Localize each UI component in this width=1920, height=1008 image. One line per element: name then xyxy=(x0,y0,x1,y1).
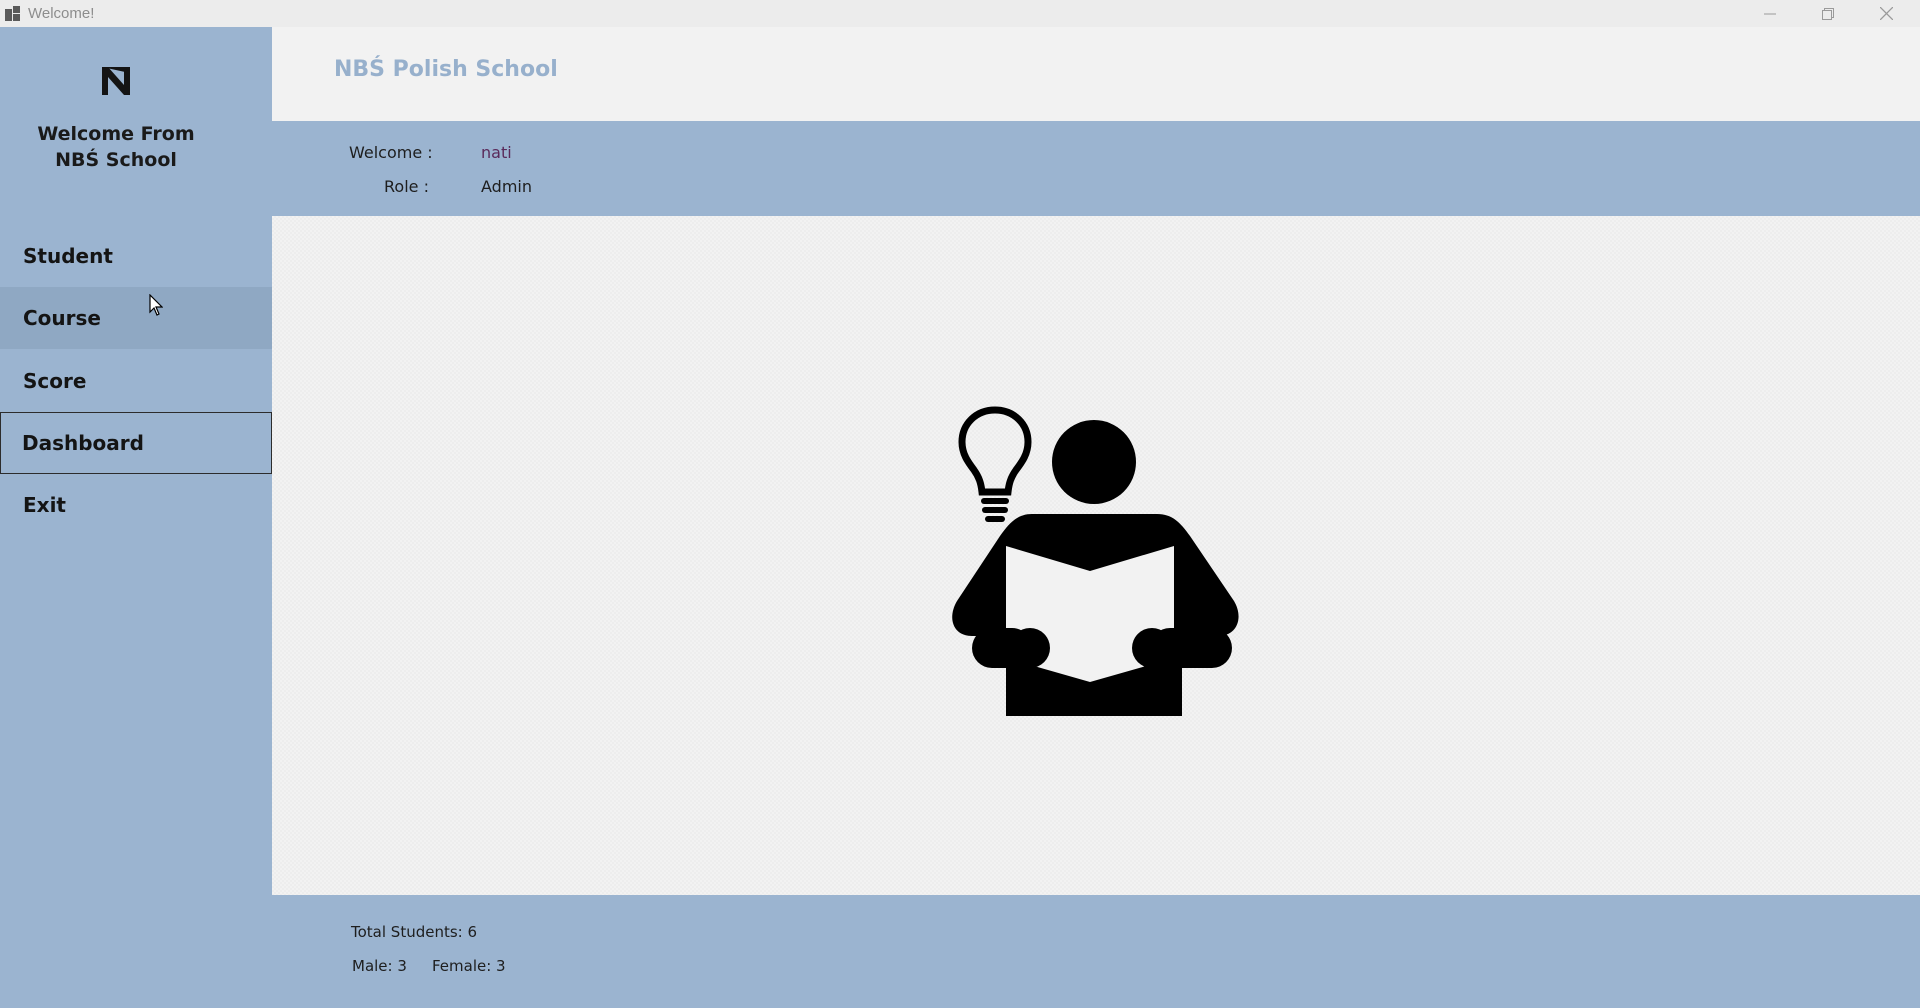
sidebar-item-label: Dashboard xyxy=(22,431,144,455)
welcome-line-2: NBŚ School xyxy=(55,149,177,171)
sidebar-item-dashboard[interactable]: Dashboard xyxy=(0,412,272,474)
female-count-stat: Female: 3 xyxy=(432,957,506,975)
male-count-stat: Male: 3 xyxy=(352,957,407,975)
close-button[interactable] xyxy=(1857,0,1915,27)
sidebar-item-exit[interactable]: Exit xyxy=(0,474,272,536)
role-value: Admin xyxy=(481,177,532,196)
sidebar-item-course[interactable]: Course xyxy=(0,287,272,349)
mouse-cursor-icon xyxy=(149,294,163,316)
role-label: Role : xyxy=(384,177,429,196)
sidebar-welcome-title: Welcome From NBŚ School xyxy=(0,121,232,173)
page-title: NBŚ Polish School xyxy=(334,57,558,82)
close-icon xyxy=(1879,7,1893,20)
stats-footer: Total Students: 6 Male: 3 Female: 3 xyxy=(272,895,1920,1008)
minimize-icon xyxy=(1764,13,1776,14)
restore-icon xyxy=(1822,7,1834,20)
total-students-stat: Total Students: 6 xyxy=(351,923,478,941)
user-info-bar: Welcome : nati Role : Admin xyxy=(272,121,1920,216)
sidebar-item-label: Course xyxy=(23,306,101,330)
sidebar-item-score[interactable]: Score xyxy=(0,350,272,412)
window-titlebar: Welcome! xyxy=(0,0,1920,27)
header: NBŚ Polish School xyxy=(272,27,1920,121)
app-window-icon xyxy=(5,6,20,21)
sidebar-item-label: Score xyxy=(23,369,87,393)
n-logo-icon xyxy=(102,67,130,95)
sidebar: Welcome From NBŚ School Student Course S… xyxy=(0,27,272,1008)
dashboard-panel xyxy=(272,216,1920,895)
minimize-button[interactable] xyxy=(1741,0,1799,27)
welcome-line-1: Welcome From xyxy=(37,123,195,145)
restore-button[interactable] xyxy=(1799,0,1857,27)
student-reading-lightbulb-icon xyxy=(952,406,1239,716)
welcome-value: nati xyxy=(481,143,512,162)
welcome-label: Welcome : xyxy=(349,143,433,162)
sidebar-item-label: Exit xyxy=(23,493,66,517)
sidebar-item-student[interactable]: Student xyxy=(0,225,272,287)
sidebar-item-label: Student xyxy=(23,244,113,268)
window-title: Welcome! xyxy=(28,5,95,22)
